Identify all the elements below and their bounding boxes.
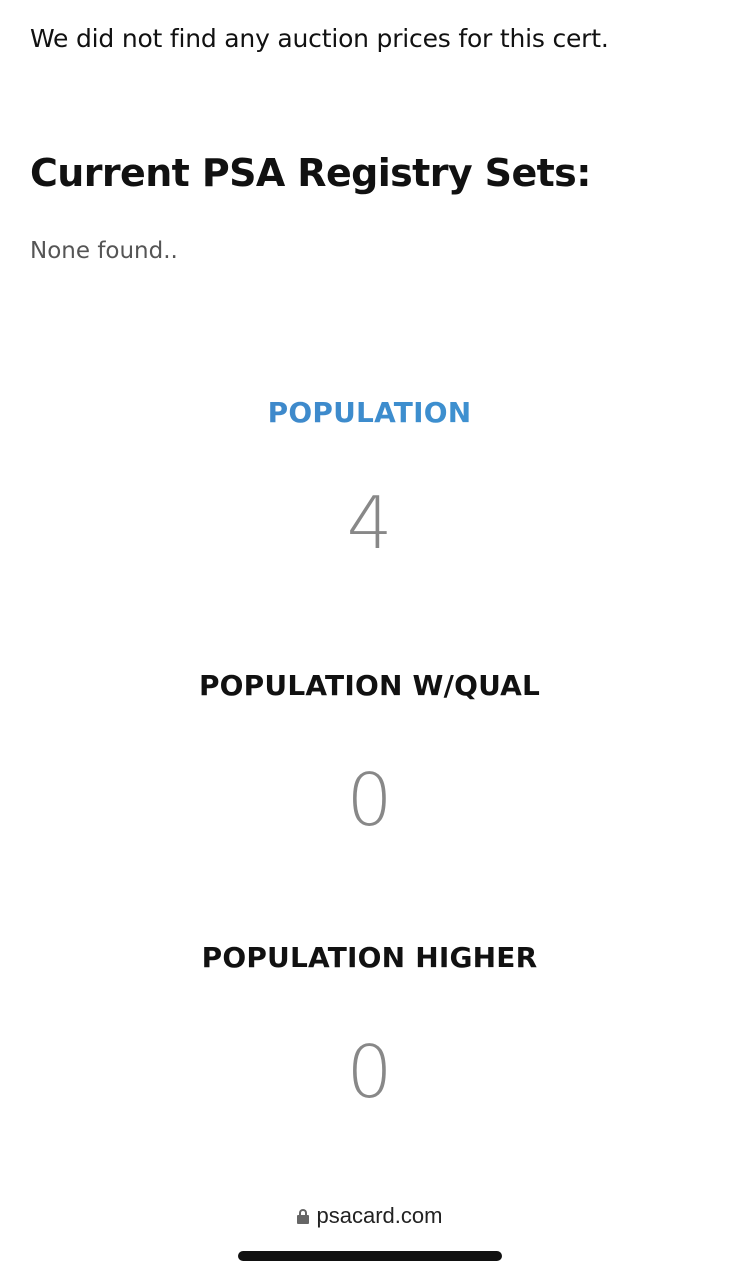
home-indicator[interactable] <box>238 1251 502 1261</box>
lock-icon <box>296 1209 309 1224</box>
population-label: POPULATION <box>0 396 739 429</box>
population-qual-label: POPULATION W/QUAL <box>198 669 541 702</box>
population-higher-value: 0 <box>346 1030 393 1114</box>
population-qual-value: 0 <box>346 758 393 842</box>
registry-sets-empty-text: None found.. <box>30 238 178 264</box>
auction-prices-message: We did not find any auction prices for t… <box>30 24 609 53</box>
registry-sets-heading: Current PSA Registry Sets: <box>30 151 591 195</box>
population-higher-section: POPULATION HIGHER 0 <box>0 941 739 1108</box>
population-higher-label: POPULATION HIGHER <box>201 941 538 974</box>
population-value: 4 <box>346 481 393 565</box>
browser-url-text: psacard.com <box>316 1203 443 1228</box>
population-qual-section: POPULATION W/QUAL 0 <box>0 669 739 836</box>
browser-url-bar[interactable]: psacard.com <box>0 1203 739 1229</box>
population-section: POPULATION 4 <box>0 396 739 559</box>
